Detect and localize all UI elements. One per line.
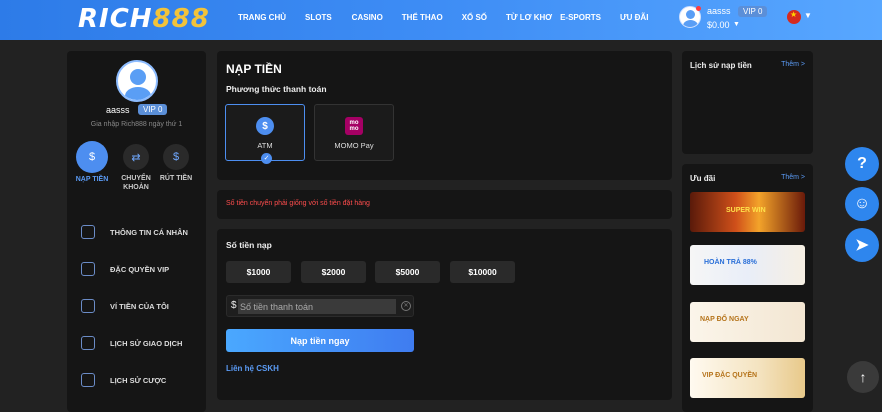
deposit-method-panel: NẠP TIỀN Phương thức thanh toán $ ATM ✓ … (217, 51, 672, 180)
deposit-icon: $ (76, 141, 108, 173)
deposit-amount-panel: Số tiền nạp $1000 $2000 $5000 $10000 $ ✕… (217, 229, 672, 400)
sidebar-username: aasss (106, 105, 130, 115)
warning-panel: Số tiền chuyển phải giống với số tiền đặ… (217, 190, 672, 219)
promo-banner-2[interactable]: HOÀN TRẢ 88% (690, 245, 805, 285)
amount-label: Số tiền nạp (226, 240, 272, 250)
star-icon (81, 262, 95, 276)
sidebar-item-vip[interactable]: ĐẶC QUYỀN VIP (81, 259, 201, 279)
page-title: NẠP TIỀN (226, 62, 282, 76)
quick-withdraw-label: RÚT TIỀN (159, 175, 193, 182)
promo-banner-text: VIP ĐẶC QUYỀN (702, 372, 758, 379)
transfer-icon: ⇄ (123, 144, 149, 170)
sidebar-item-bet-history[interactable]: LỊCH SỬ CƯỢC (81, 370, 201, 390)
sidebar-item-label: LỊCH SỬ GIAO DỊCH (110, 338, 183, 348)
nav-tu-lo-kho[interactable]: TỪ LƠ KHƠ (506, 13, 552, 22)
main-nav: TRANG CHỦ SLOTS CASINO THỂ THAO XỔ SỐ TỪ… (238, 13, 648, 22)
sidebar-item-label: VÍ TIỀN CỦA TÔI (110, 301, 169, 311)
history-icon (81, 336, 95, 350)
dollar-icon: $ (256, 117, 274, 135)
account-sidebar: aasss VIP 0 Gia nhập Rich888 ngày thứ 1 … (67, 51, 206, 412)
chevron-down-icon[interactable]: ▼ (804, 11, 812, 20)
deposit-history-title: Lịch sử nạp tiền (690, 61, 752, 70)
chevron-down-icon[interactable]: ▼ (733, 21, 740, 28)
deposit-history-more-link[interactable]: Thêm > (781, 61, 805, 68)
promo-banner-1[interactable]: SUPER WIN (690, 192, 805, 232)
arrow-up-icon: ↑ (859, 369, 867, 385)
deposit-history-panel: Lịch sử nạp tiền Thêm > (682, 51, 813, 154)
sidebar-item-label: ĐẶC QUYỀN VIP (110, 264, 170, 274)
payment-method-atm[interactable]: $ ATM ✓ (225, 104, 305, 164)
promotions-more-link[interactable]: Thêm > (781, 174, 805, 181)
payment-method-label-atm: ATM (257, 141, 273, 150)
amount-field: $ ✕ (226, 295, 414, 317)
amount-10000-button[interactable]: $10000 (450, 261, 515, 283)
amount-1000-button[interactable]: $1000 (226, 261, 291, 283)
site-logo[interactable]: RICH888 (78, 4, 210, 34)
momo-icon: mo mo (345, 117, 363, 135)
deposit-submit-button[interactable]: Nạp tiền ngay (226, 329, 414, 352)
quick-transfer-button[interactable]: ⇄ CHUYỂN KHOẢN (116, 144, 156, 192)
nav-sports[interactable]: THỂ THAO (402, 13, 443, 22)
nav-lottery[interactable]: XỔ SỐ (462, 13, 487, 22)
nav-casino[interactable]: CASINO (352, 13, 383, 22)
payment-method-momo[interactable]: mo mo MOMO Pay (314, 104, 394, 161)
avatar (116, 60, 158, 102)
sidebar-vip-badge: VIP 0 (138, 104, 168, 115)
currency-symbol: $ (231, 300, 237, 311)
headset-icon: ☺ (853, 195, 871, 212)
amount-5000-button[interactable]: $5000 (375, 261, 440, 283)
question-icon: ? (857, 155, 867, 172)
amount-input[interactable] (238, 299, 396, 314)
sidebar-item-label: LỊCH SỬ CƯỢC (110, 375, 167, 385)
promotions-panel: Ưu đãi Thêm > SUPER WIN HOÀN TRẢ 88% NẠP… (682, 164, 813, 412)
warning-text: Số tiền chuyển phải giống với số tiền đặ… (226, 200, 370, 207)
nav-slots[interactable]: SLOTS (305, 13, 332, 22)
quick-withdraw-button[interactable]: $ RÚT TIỀN (156, 144, 196, 183)
header-username: aasss (707, 6, 731, 16)
quick-deposit-button[interactable]: $ NẠP TIỀN (72, 141, 112, 184)
promo-banner-text: NẠP ĐỔ NGAY (700, 316, 749, 323)
promo-banner-text: SUPER WIN (726, 207, 766, 214)
promo-banner-3[interactable]: NẠP ĐỔ NGAY (690, 302, 805, 342)
promotions-title: Ưu đãi (690, 174, 716, 183)
momo-logo-text: mo mo (349, 120, 359, 132)
bet-history-icon (81, 373, 95, 387)
amount-2000-button[interactable]: $2000 (301, 261, 366, 283)
payment-method-label-momo: MOMO Pay (334, 141, 374, 150)
check-icon: ✓ (261, 153, 272, 164)
sidebar-item-label: THÔNG TIN CÁ NHÂN (110, 227, 188, 237)
telegram-icon: ➤ (855, 237, 869, 254)
header-vip-badge: VIP 0 (738, 6, 768, 17)
quick-transfer-label: CHUYỂN KHOẢN (121, 175, 151, 191)
top-header: RICH888 TRANG CHỦ SLOTS CASINO THỂ THAO … (0, 0, 882, 40)
telegram-button[interactable]: ➤ (845, 228, 879, 262)
user-icon (81, 225, 95, 239)
sidebar-item-wallet[interactable]: VÍ TIỀN CỦA TÔI (81, 296, 201, 316)
help-button[interactable]: ? (845, 147, 879, 181)
header-user-box[interactable]: aasss VIP 0 $0.00 ▼ (679, 5, 779, 33)
notification-dot (696, 6, 701, 11)
withdraw-icon: $ (163, 144, 189, 170)
nav-esports[interactable]: E-SPORTS (560, 13, 601, 22)
contact-support-link[interactable]: Liên hệ CSKH (226, 364, 279, 373)
joined-text: Gia nhập Rich888 ngày thứ 1 (90, 121, 183, 128)
support-button[interactable]: ☺ (845, 187, 879, 221)
vietnam-flag-icon[interactable]: ★ (787, 10, 801, 24)
sidebar-item-transactions[interactable]: LỊCH SỬ GIAO DỊCH (81, 333, 201, 353)
promo-banner-4[interactable]: VIP ĐẶC QUYỀN (690, 358, 805, 398)
clear-icon[interactable]: ✕ (401, 301, 411, 311)
promo-banner-text: HOÀN TRẢ 88% (704, 259, 757, 266)
scroll-to-top-button[interactable]: ↑ (847, 361, 879, 393)
nav-home[interactable]: TRANG CHỦ (238, 13, 286, 22)
header-balance: $0.00 (707, 20, 730, 30)
sidebar-item-profile[interactable]: THÔNG TIN CÁ NHÂN (81, 222, 201, 242)
payment-method-label: Phương thức thanh toán (226, 84, 327, 94)
wallet-icon (81, 299, 95, 313)
nav-promotions[interactable]: ƯU ĐÃI (620, 13, 648, 22)
quick-deposit-label: NẠP TIỀN (75, 176, 109, 183)
